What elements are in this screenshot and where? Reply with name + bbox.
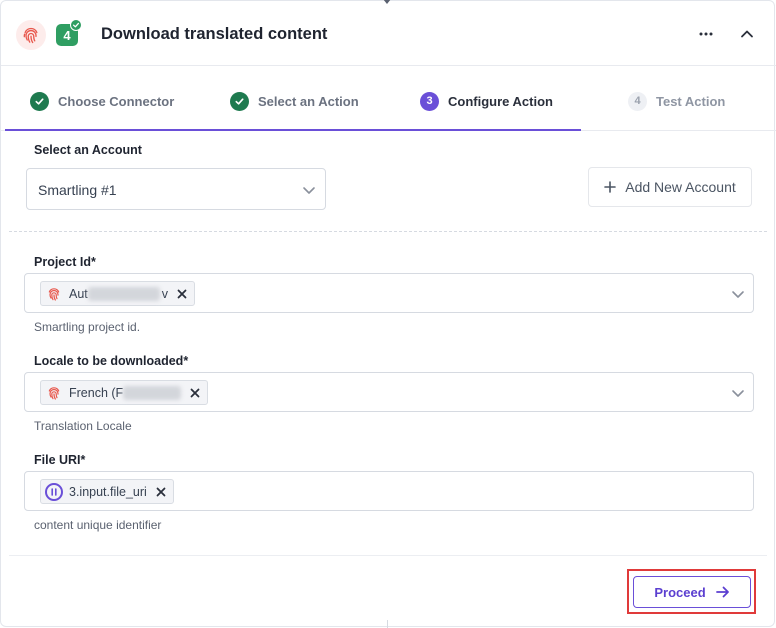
chip-text-suffix: v <box>161 286 169 301</box>
locale-chip: French (F <box>40 380 209 405</box>
chip-text: French (F <box>69 385 124 400</box>
chevron-down-icon[interactable] <box>731 287 745 301</box>
add-new-account-label: Add New Account <box>625 179 736 195</box>
active-step-underline <box>5 129 581 131</box>
fingerprint-icon <box>45 384 63 402</box>
locale-help: Translation Locale <box>34 419 132 433</box>
redacted-text <box>87 286 160 301</box>
locale-field[interactable]: French (F <box>24 372 754 412</box>
account-select[interactable]: Smartling #1 <box>26 168 326 210</box>
step-configure-action[interactable]: 3 Configure Action <box>420 91 553 111</box>
close-icon[interactable] <box>189 387 201 399</box>
arrow-right-icon <box>715 586 729 598</box>
workflow-step-panel: 4 Download translated content Choose Con… <box>0 0 776 628</box>
pause-circle-icon <box>45 482 63 501</box>
check-circle-icon <box>230 91 249 111</box>
step-label: Test Action <box>656 93 726 109</box>
account-label: Select an Account <box>34 143 142 157</box>
chip-text: Aut <box>69 286 88 301</box>
add-new-account-button[interactable]: Add New Account <box>588 167 752 207</box>
plus-icon <box>604 181 617 193</box>
project-id-label: Project Id* <box>34 255 96 269</box>
footer-divider <box>9 555 767 556</box>
step-test-action[interactable]: 4 Test Action <box>628 91 725 111</box>
connector-line <box>387 620 388 628</box>
check-circle-icon <box>30 91 49 111</box>
step-complete-check-icon <box>70 19 82 31</box>
chevron-down-icon[interactable] <box>731 386 745 400</box>
step-number-marker: 4 <box>628 91 647 111</box>
account-selected-value: Smartling #1 <box>38 182 117 198</box>
chevron-down-icon <box>303 187 315 194</box>
stepper: Choose Connector Select an Action 3 Conf… <box>1 67 776 131</box>
step-select-action[interactable]: Select an Action <box>230 91 359 111</box>
proceed-label: Proceed <box>654 584 706 600</box>
step-label: Choose Connector <box>58 93 175 109</box>
file-uri-field[interactable]: 3.input.file_uri <box>24 471 754 511</box>
project-id-help: Smartling project id. <box>34 320 141 334</box>
fingerprint-icon <box>45 285 63 303</box>
chip-text: 3.input.file_uri <box>69 484 147 499</box>
redacted-text <box>123 385 182 400</box>
file-uri-help: content unique identifier <box>34 518 162 532</box>
step-choose-connector[interactable]: Choose Connector <box>30 91 174 111</box>
step-label: Select an Action <box>258 93 359 109</box>
locale-label: Locale to be downloaded* <box>34 354 189 368</box>
project-id-chip: Aut v <box>40 281 196 306</box>
more-horizontal-icon[interactable] <box>697 25 715 43</box>
project-id-field[interactable]: Aut v <box>24 273 754 313</box>
step-label: Configure Action <box>448 93 553 109</box>
step-card: 4 Download translated content Choose Con… <box>0 0 776 627</box>
close-icon[interactable] <box>176 288 188 300</box>
close-icon[interactable] <box>155 486 167 498</box>
chevron-up-icon[interactable] <box>738 25 756 43</box>
step-title: Download translated content <box>101 25 328 43</box>
step-header[interactable]: 4 Download translated content <box>1 1 776 66</box>
fingerprint-icon <box>16 20 46 50</box>
file-uri-chip: 3.input.file_uri <box>40 479 174 504</box>
step-number-marker: 3 <box>420 91 439 111</box>
file-uri-label: File URI* <box>34 453 86 467</box>
proceed-button[interactable]: Proceed <box>633 576 751 608</box>
section-divider <box>9 231 767 232</box>
